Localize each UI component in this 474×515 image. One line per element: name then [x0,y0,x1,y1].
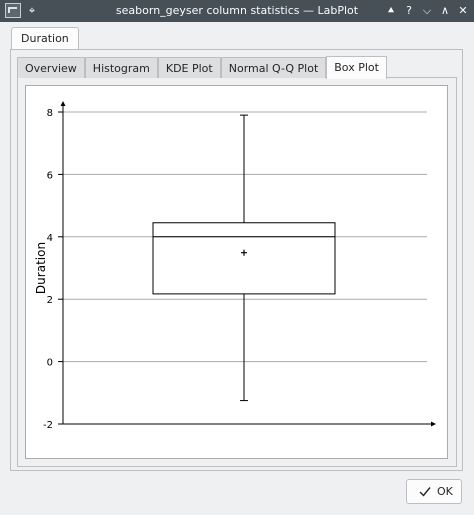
box-plot-area[interactable]: -2 0 2 4 6 8 Duration [25,85,448,459]
mean-marker [241,249,247,256]
checkmark-icon [419,487,431,497]
title-bar: ⌖ seaborn_geyser column statistics — Lab… [0,0,474,22]
statistics-tabs: Overview Histogram KDE Plot Normal Q-Q P… [17,56,387,79]
ok-button[interactable]: OK [406,479,462,504]
y-tick-label: -2 [43,420,53,431]
ok-label: OK [437,485,453,498]
y-tick-label: 0 [47,358,53,369]
tab-overview[interactable]: Overview [17,57,85,78]
help-icon[interactable]: ? [400,2,418,20]
y-tick-label: 8 [47,108,53,119]
y-tick-label: 2 [47,295,53,306]
keep-above-icon[interactable]: ⯅ [382,2,400,20]
tab-histogram[interactable]: Histogram [84,57,158,78]
y-axis-arrow [60,101,66,106]
tab-kde-plot[interactable]: KDE Plot [157,57,221,78]
tab-normal-qq-plot[interactable]: Normal Q-Q Plot [220,57,327,78]
box-plot-chart[interactable]: -202468Duration [26,86,449,460]
y-tick-label: 6 [47,170,53,181]
y-axis-label: Duration [34,242,48,294]
close-icon[interactable]: ✕ [454,2,472,20]
maximize-icon[interactable]: ∧ [436,2,454,20]
x-axis-arrow [431,421,436,427]
column-tabs: Duration [11,27,79,49]
tab-duration[interactable]: Duration [11,27,79,49]
tab-box-plot[interactable]: Box Plot [326,56,387,79]
minimize-icon[interactable]: ⌵ [418,2,436,20]
box-iqr [152,222,336,295]
